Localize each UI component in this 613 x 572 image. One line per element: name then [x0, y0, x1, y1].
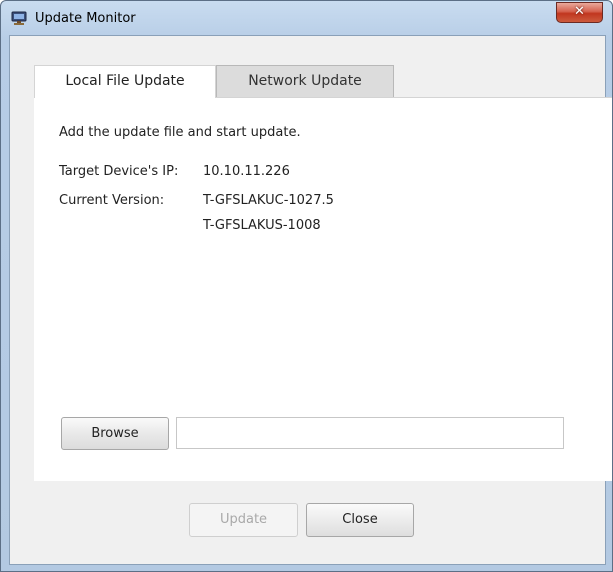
close-window-button[interactable]: ✕ — [556, 2, 603, 23]
current-version-label: Current Version: — [59, 193, 165, 208]
client-area: Local File Update Network Update Add the… — [9, 35, 612, 565]
current-version-value: T-GFSLAKUS-1008 — [203, 218, 321, 233]
close-icon: ✕ — [574, 4, 585, 19]
instruction-text: Add the update file and start update. — [59, 125, 301, 140]
local-file-update-panel: Add the update file and start update. Ta… — [34, 97, 612, 481]
update-button[interactable]: Update — [189, 503, 298, 537]
tab-label: Local File Update — [65, 73, 185, 89]
current-version-value: T-GFSLAKUC-1027.5 — [203, 193, 334, 208]
tab-label: Network Update — [248, 73, 362, 89]
target-ip-label: Target Device's IP: — [59, 164, 179, 179]
title-bar[interactable]: Update Monitor ✕ — [1, 1, 612, 35]
update-monitor-window: Update Monitor ✕ Local File Update Netwo… — [0, 0, 613, 572]
tab-local-file-update[interactable]: Local File Update — [34, 65, 216, 98]
monitor-icon — [11, 11, 27, 26]
tab-network-update[interactable]: Network Update — [216, 65, 394, 98]
window-title: Update Monitor — [35, 11, 136, 26]
file-path-input[interactable] — [176, 417, 564, 449]
browse-button[interactable]: Browse — [61, 417, 169, 450]
target-ip-value: 10.10.11.226 — [203, 164, 290, 179]
close-button[interactable]: Close — [306, 503, 414, 537]
